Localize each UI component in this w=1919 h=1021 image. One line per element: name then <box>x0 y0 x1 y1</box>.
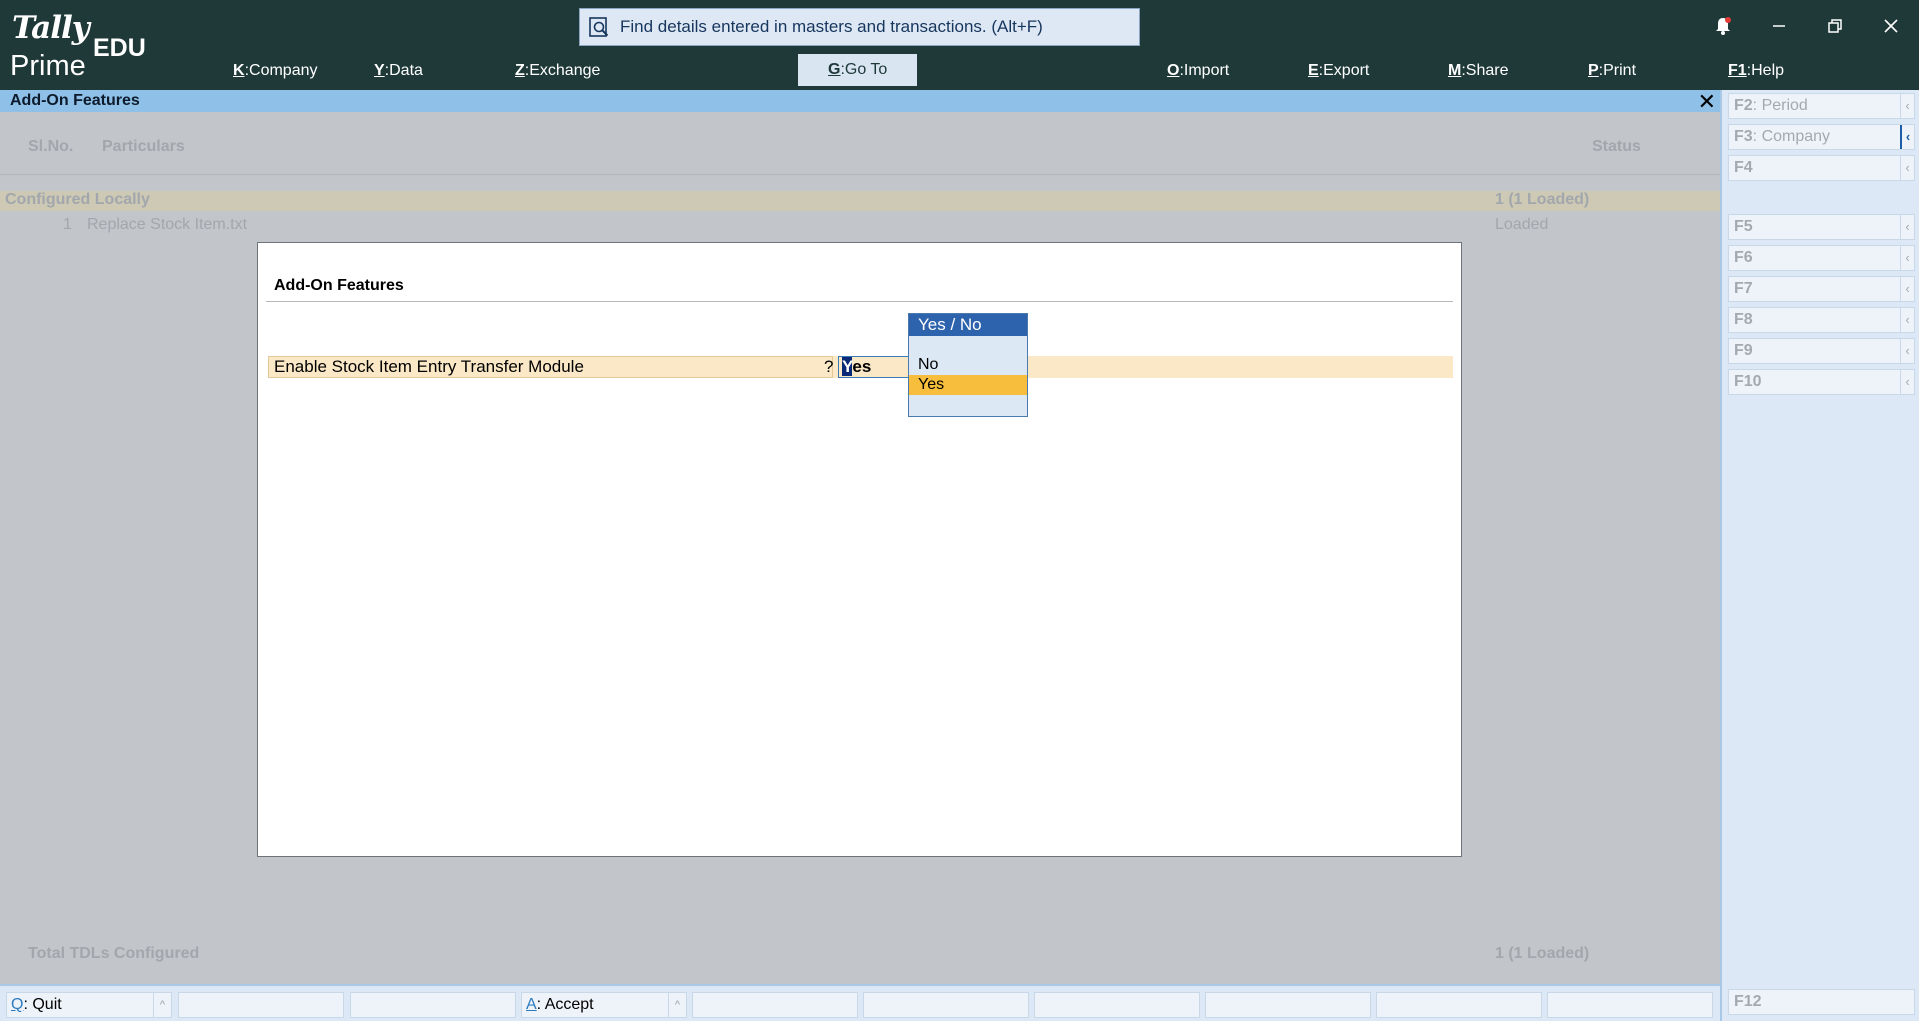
option-no[interactable]: No <box>909 355 1027 375</box>
empty-button-2 <box>178 992 344 1018</box>
group-status: 1 (1 Loaded) <box>1495 191 1590 208</box>
total-label: Total TDLs Configured <box>28 945 200 962</box>
chevron-left-icon: ‹ <box>1900 339 1914 363</box>
close-icon[interactable] <box>1863 6 1919 46</box>
app-header: Tally Prime EDU Find details entered in … <box>0 0 1919 90</box>
empty-button-8 <box>1205 992 1371 1018</box>
function-key-panel: F2: Period ‹ F3: Company ‹ F4 ‹ F5 ‹ F6 ‹ F7 ‹… <box>1720 90 1919 1021</box>
menu-print[interactable]: P:Print <box>1588 56 1636 86</box>
field-question-mark: ? <box>824 357 834 376</box>
accept-button[interactable]: A: Accept ^ <box>521 992 687 1018</box>
col-header-slno: Sl.No. <box>28 138 74 155</box>
yes-no-list-header: Yes / No <box>909 314 1027 336</box>
chevron-left-icon: ‹ <box>1900 246 1914 270</box>
field-value-rest: es <box>852 357 872 376</box>
menu-company[interactable]: K:Company <box>233 56 318 86</box>
empty-button-10 <box>1547 992 1713 1018</box>
chevron-left-icon: ‹ <box>1900 370 1914 394</box>
enable-module-row: Enable Stock Item Entry Transfer Module … <box>268 356 1453 378</box>
col-header-particulars: Particulars <box>102 138 185 155</box>
chevron-left-icon: ‹ <box>1900 125 1914 149</box>
menu-import[interactable]: O:Import <box>1167 56 1229 86</box>
fkey-f2-period[interactable]: F2: Period ‹ <box>1728 93 1915 119</box>
fkey-f12[interactable]: F12 <box>1728 989 1915 1015</box>
item-number: 1 <box>63 216 72 233</box>
empty-button-9 <box>1376 992 1542 1018</box>
fkey-f6[interactable]: F6 ‹ <box>1728 245 1915 271</box>
fkey-f4[interactable]: F4 ‹ <box>1728 155 1915 181</box>
fkey-f7[interactable]: F7 ‹ <box>1728 276 1915 302</box>
field-label: Enable Stock Item Entry Transfer Module <box>274 357 584 376</box>
menu-export[interactable]: E:Export <box>1308 56 1369 86</box>
chevron-up-icon: ^ <box>668 993 686 1017</box>
dialog-title-divider <box>266 301 1453 302</box>
chevron-left-icon: ‹ <box>1900 156 1914 180</box>
item-name[interactable]: Replace Stock Item.txt <box>87 216 247 234</box>
chevron-left-icon: ‹ <box>1900 215 1914 239</box>
group-label: Configured Locally <box>5 191 150 208</box>
enable-module-value-input[interactable]: Yes <box>838 356 913 378</box>
bottom-button-bar: Q: Quit ^ A: Accept ^ <box>0 984 1720 1021</box>
chevron-left-icon: ‹ <box>1900 308 1914 332</box>
header-divider <box>0 174 1720 175</box>
menu-help[interactable]: F1:Help <box>1728 56 1784 86</box>
group-row-band <box>0 191 1720 211</box>
option-yes[interactable]: Yes <box>909 375 1027 395</box>
logo-tally-text: Tally <box>12 10 90 46</box>
quit-button[interactable]: Q: Quit ^ <box>6 992 172 1018</box>
empty-button-5 <box>692 992 858 1018</box>
dialog-title: Add-On Features <box>274 277 404 294</box>
chevron-up-icon: ^ <box>153 993 171 1017</box>
search-input[interactable]: Find details entered in masters and tran… <box>579 8 1140 46</box>
search-icon <box>589 17 609 37</box>
minimize-icon[interactable] <box>1751 6 1807 46</box>
menu-data[interactable]: Y:Data <box>374 56 423 86</box>
empty-button-6 <box>863 992 1029 1018</box>
screen-title-bar: Add-On Features ✕ <box>0 89 1720 114</box>
window-controls <box>1695 6 1919 46</box>
search-placeholder: Find details entered in masters and tran… <box>620 17 1043 36</box>
col-header-status: Status <box>1592 138 1641 155</box>
fkey-f10[interactable]: F10 ‹ <box>1728 369 1915 395</box>
fkey-f8[interactable]: F8 ‹ <box>1728 307 1915 333</box>
fkey-f3-company[interactable]: F3: Company ‹ <box>1728 124 1915 150</box>
fkey-f5[interactable]: F5 ‹ <box>1728 214 1915 240</box>
restore-icon[interactable] <box>1807 6 1863 46</box>
chevron-left-icon: ‹ <box>1900 277 1914 301</box>
top-menu: K:Company Y:Data Z:Exchange G:Go To O:Im… <box>0 54 1919 86</box>
empty-button-3 <box>350 992 516 1018</box>
chevron-left-icon: ‹ <box>1900 94 1914 118</box>
add-on-features-dialog: Add-On Features Enable Stock Item Entry … <box>257 242 1462 857</box>
menu-go-to[interactable]: G:Go To <box>798 54 918 86</box>
empty-button-7 <box>1034 992 1200 1018</box>
text-cursor-char: Y <box>842 357 853 376</box>
fkey-f9[interactable]: F9 ‹ <box>1728 338 1915 364</box>
screen-title: Add-On Features <box>10 92 140 109</box>
yes-no-list: Yes / No No Yes <box>908 313 1028 417</box>
notification-bell-icon[interactable] <box>1695 6 1751 46</box>
menu-share[interactable]: M:Share <box>1448 56 1508 86</box>
item-status: Loaded <box>1495 216 1549 233</box>
menu-exchange[interactable]: Z:Exchange <box>515 56 600 86</box>
total-status: 1 (1 Loaded) <box>1495 945 1590 962</box>
